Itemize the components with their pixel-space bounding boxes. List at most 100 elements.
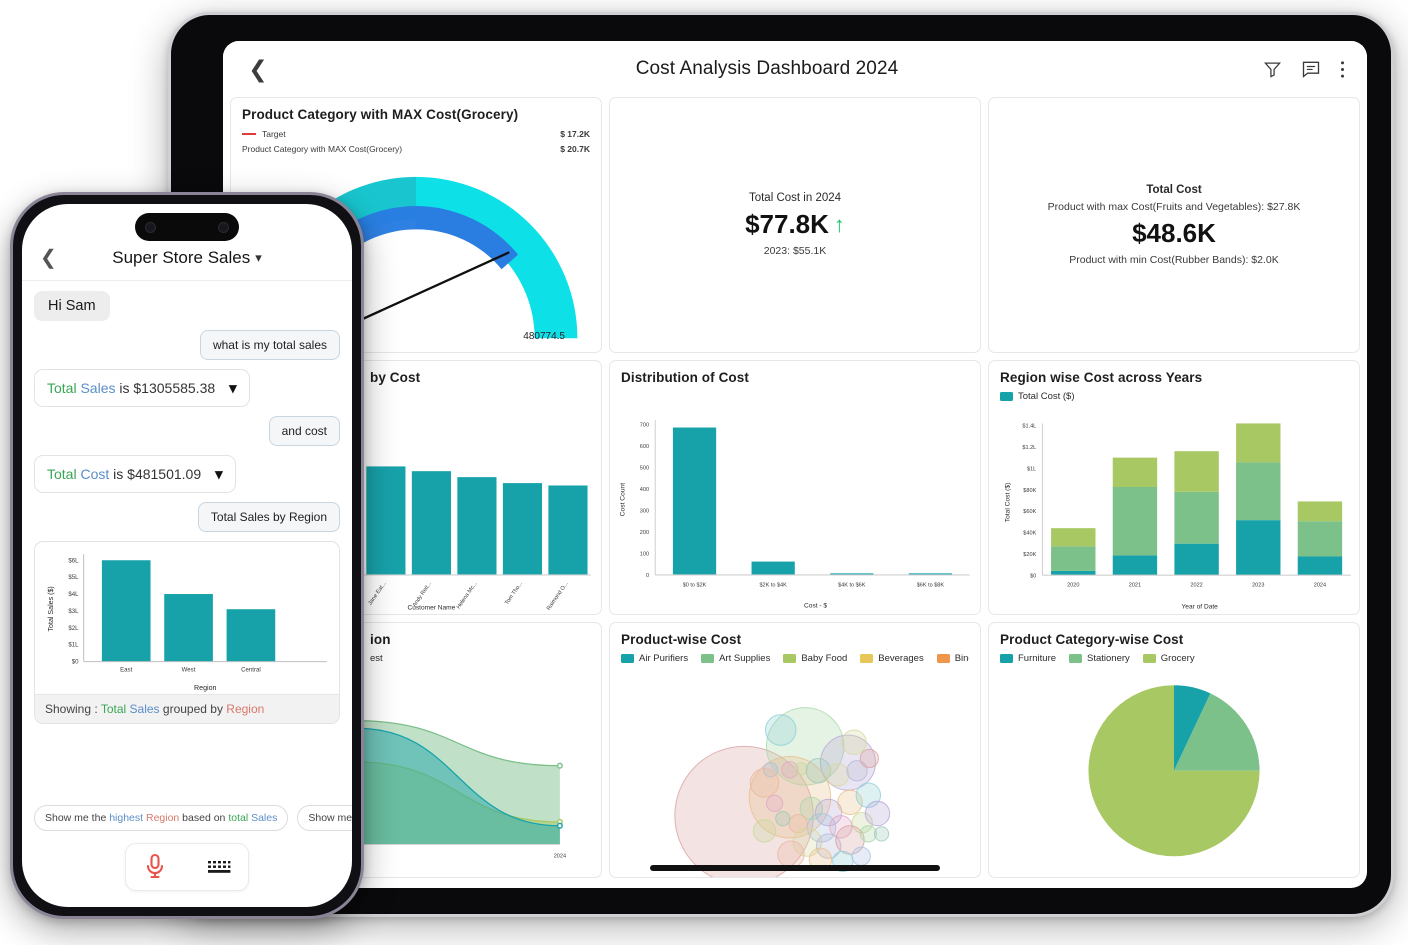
more-vertical-icon[interactable] (1340, 60, 1345, 79)
phone-chart-card[interactable]: $0 $1L $2L $3L $4L $5L $6L East West Central Reg… (34, 541, 340, 724)
gauge-legend-actual: Product Category with MAX Cost(Grocery) (242, 144, 403, 154)
svg-text:$1L: $1L (1027, 466, 1036, 472)
home-indicator (650, 865, 940, 871)
card-product-category-cost[interactable]: Product Category-wise Cost Furniture Stat… (988, 622, 1360, 878)
legend-label: Air Purifiers (639, 653, 689, 665)
card-distribution-of-cost[interactable]: Distribution of Cost 0 100 200 300 400 500 600… (609, 359, 981, 616)
card-total-cost[interactable]: Total Cost Product with max Cost(Fruits … (988, 97, 1360, 353)
svg-text:$4L: $4L (68, 591, 79, 598)
gauge-actual-value: $ 20.7K (560, 144, 590, 154)
phone-input-bar (125, 843, 249, 891)
card-total-cost-2024[interactable]: Total Cost in 2024 $77.8K ↑ 2023: $55.1K (609, 97, 981, 353)
kpi-min-line: Product with min Cost(Rubber Bands): $2.… (1069, 253, 1279, 266)
svg-text:100: 100 (640, 551, 649, 557)
phone-input-row (22, 831, 352, 907)
back-icon[interactable]: ❮ (40, 248, 62, 268)
phone-sales-chart: $0 $1L $2L $3L $4L $5L $6L East West Central Reg… (35, 542, 339, 694)
svg-text:0: 0 (646, 573, 649, 579)
filter-icon[interactable] (1263, 60, 1282, 79)
region-years-svg: $0 $20K $40K $60K $80K $1L $1.2L $1.4L 2020 2021… (1005, 423, 1351, 610)
svg-text:$5L: $5L (68, 574, 79, 581)
chat-body: Hi Sam what is my total sales Total Sale… (22, 281, 352, 797)
screenshot-stage: ❮ Cost Analysis Dashboard 2024 Product C… (0, 0, 1408, 945)
svg-text:$0: $0 (1030, 573, 1036, 579)
answer-text: Total Sales is $1305585.38 (47, 380, 216, 396)
dashboard-header: ❮ Cost Analysis Dashboard 2024 (223, 41, 1367, 97)
svg-text:2024: 2024 (554, 854, 566, 860)
svg-text:$4K to $6K: $4K to $6K (838, 582, 866, 588)
gauge-max-label: 480774.5 (523, 330, 565, 342)
comment-icon[interactable] (1301, 59, 1321, 79)
card-region-wise-cost[interactable]: Region wise Cost across Years Total Cost… (988, 359, 1360, 616)
dynamic-island (135, 213, 239, 241)
back-icon[interactable]: ❮ (245, 56, 271, 82)
svg-text:$40K: $40K (1023, 530, 1036, 536)
svg-text:400: 400 (640, 487, 649, 493)
kpi-previous: 2023: $55.1K (763, 245, 827, 258)
legend-swatch (1000, 654, 1013, 664)
legend-swatch (1142, 654, 1156, 664)
tablet-screen: ❮ Cost Analysis Dashboard 2024 Product C… (223, 41, 1367, 888)
legend-label: Binder Clip (954, 653, 969, 665)
svg-text:$2L: $2L (68, 625, 79, 632)
svg-text:200: 200 (640, 530, 649, 536)
legend-label: Furniture (1018, 653, 1057, 665)
chevron-down-icon[interactable]: ▾ (229, 379, 237, 397)
kpi-max-line: Product with max Cost(Fruits and Vegetab… (1047, 200, 1301, 213)
answer-text: Total Cost is $481501.09 (47, 466, 202, 482)
bubble-svg (674, 707, 891, 877)
legend-item: Total Cost ($) (1000, 391, 1075, 402)
card-product-wise-cost[interactable]: Product-wise Cost Air Purifiers Art Suppl… (609, 622, 981, 878)
svg-text:Year of Date: Year of Date (1182, 603, 1219, 610)
svg-text:$1.4L: $1.4L (1022, 423, 1036, 429)
svg-text:$6K to $8K: $6K to $8K (917, 582, 945, 588)
user-message: and cost (268, 416, 340, 446)
user-message: Total Sales by Region (197, 502, 340, 532)
svg-text:East: East (120, 667, 132, 674)
chevron-down-icon[interactable]: ▾ (215, 465, 223, 483)
svg-text:$20K: $20K (1023, 552, 1036, 558)
kpi-value-row: $77.8K ↑ (745, 209, 845, 240)
svg-text:2020: 2020 (1067, 582, 1079, 588)
target-line-icon (242, 133, 256, 135)
kpi-block: Total Cost Product with max Cost(Fruits … (1000, 107, 1348, 343)
answer-card-total-sales[interactable]: Total Sales is $1305585.38 ▾ (34, 369, 250, 407)
legend-swatch (1000, 391, 1013, 401)
phone-title-row[interactable]: Super Store Sales ▾ (62, 248, 312, 268)
keyboard-icon[interactable] (206, 858, 232, 876)
suggestion-chip-2[interactable]: Show me the tota (297, 805, 352, 831)
legend-swatch (621, 654, 634, 664)
phone-bar-svg: $0 $1L $2L $3L $4L $5L $6L East West Central Reg… (47, 554, 327, 692)
answer-card-total-cost[interactable]: Total Cost is $481501.09 ▾ (34, 455, 236, 493)
legend-label: Baby Food (801, 653, 848, 665)
svg-text:Tom Tho...: Tom Tho... (504, 580, 524, 606)
svg-text:$2K to $4K: $2K to $4K (759, 582, 787, 588)
card-title: Product Category-wise Cost (1000, 632, 1184, 648)
svg-text:700: 700 (640, 422, 649, 428)
camera-icon (145, 221, 156, 233)
svg-text:2024: 2024 (1314, 582, 1326, 588)
legend-swatch (783, 654, 797, 664)
header-actions (1263, 59, 1345, 79)
legend-label: Beverages (878, 653, 924, 665)
card-title: Product Category with MAX Cost(Grocery) (242, 107, 519, 122)
svg-text:Total Sales ($): Total Sales ($) (47, 586, 55, 631)
svg-text:300: 300 (640, 508, 649, 514)
legend-swatch (860, 654, 874, 664)
microphone-icon[interactable] (143, 852, 173, 882)
svg-text:$6L: $6L (68, 557, 79, 564)
suggestion-chip-1[interactable]: Show me the highest Region based on tota… (34, 805, 289, 831)
svg-text:2023: 2023 (1252, 582, 1264, 588)
svg-text:600: 600 (640, 444, 649, 450)
distribution-chart: 0 100 200 300 400 500 600 700 $0 to $2K $2K to $… (610, 395, 980, 615)
bot-message: Hi Sam (34, 291, 110, 321)
legend-swatch (936, 654, 950, 664)
svg-text:$1L: $1L (68, 642, 79, 649)
svg-text:Cost Count: Cost Count (619, 482, 626, 516)
legend-item: Binder Clip (936, 653, 969, 665)
product-cost-legend: Air Purifiers Art Supplies Baby Food Bevera… (621, 653, 969, 664)
pie-legend: Furniture Stationery Grocery (1000, 653, 1348, 664)
svg-text:West: West (182, 667, 196, 674)
chevron-down-icon[interactable]: ▾ (255, 250, 262, 266)
legend-swatch (701, 654, 715, 664)
